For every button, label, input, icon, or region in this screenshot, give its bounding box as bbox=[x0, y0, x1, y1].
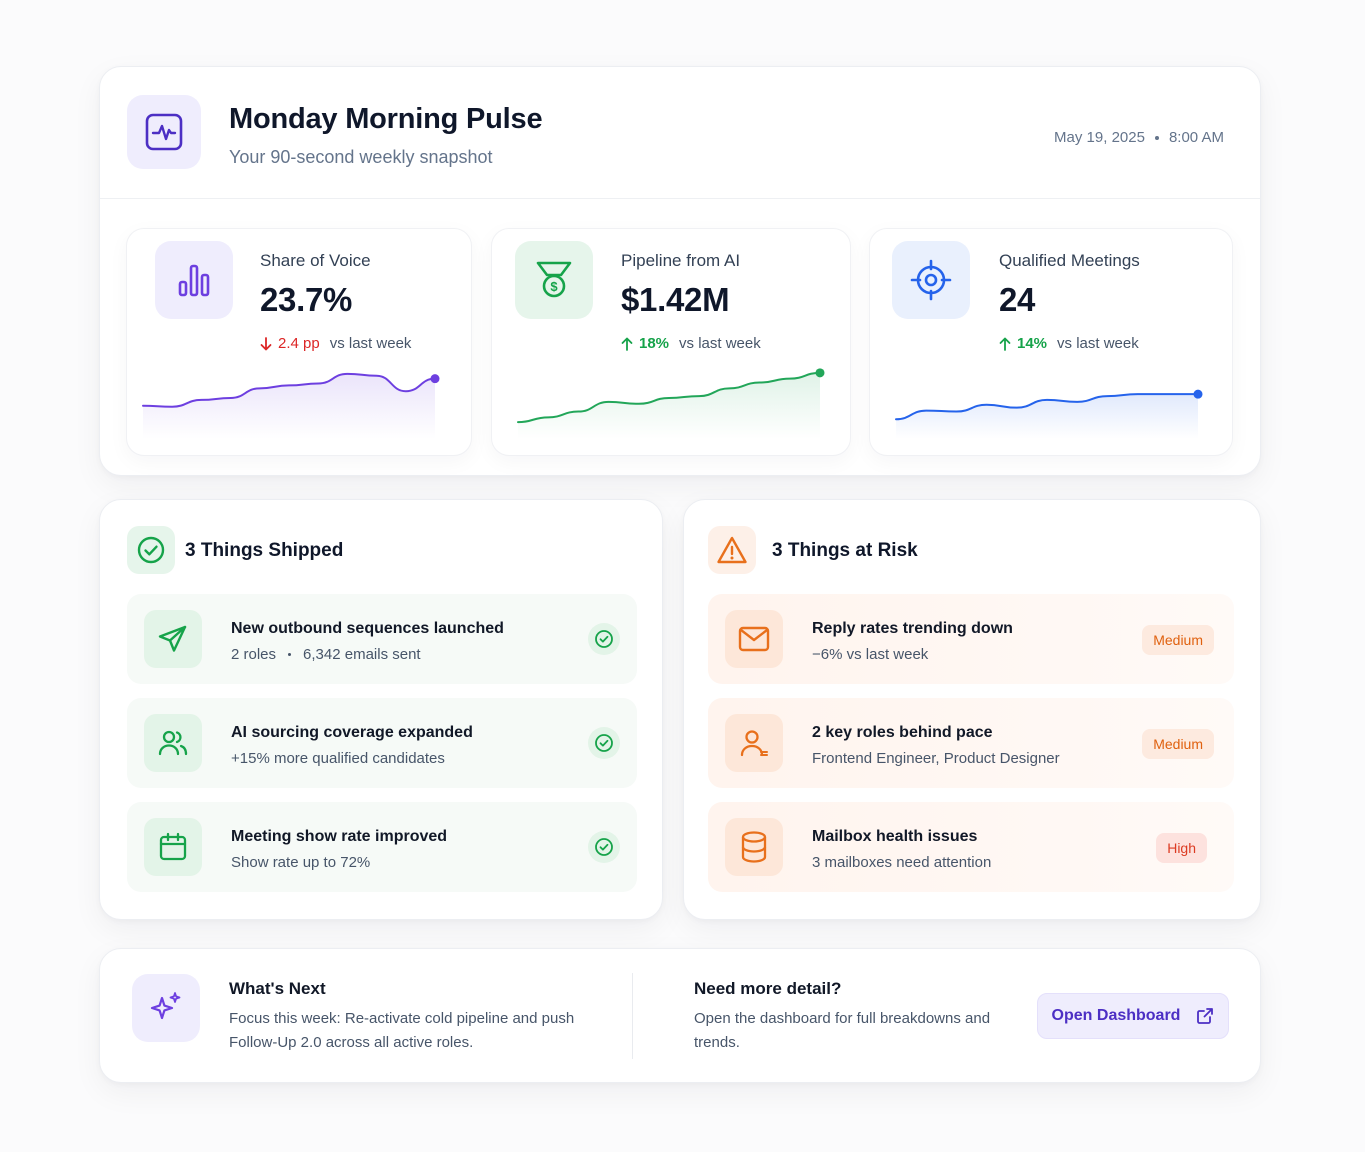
item-title: Mailbox health issues bbox=[812, 828, 978, 845]
sparkline-endpoint bbox=[815, 368, 825, 378]
item-title: 2 key roles behind pace bbox=[812, 724, 993, 741]
page-title: Monday Morning Pulse bbox=[229, 103, 543, 135]
metric-delta: 2.4 pp vs last week bbox=[260, 335, 411, 352]
check-icon bbox=[588, 831, 620, 863]
sparkline-qualified-meetings bbox=[895, 389, 1203, 439]
whats-next-title: What's Next bbox=[229, 979, 326, 998]
sparkline-endpoint bbox=[430, 374, 440, 384]
item-title: Meeting show rate improved bbox=[231, 828, 448, 845]
arrow-up-icon bbox=[999, 337, 1011, 351]
report-datetime: May 19, 2025 8:00 AM bbox=[1054, 129, 1224, 146]
risk-item[interactable]: 2 key roles behind pace Frontend Enginee… bbox=[708, 698, 1234, 788]
shipped-card: 3 Things Shipped New outbound sequences … bbox=[99, 499, 663, 920]
metric-value: $1.42M bbox=[621, 281, 730, 318]
warning-icon bbox=[708, 526, 756, 574]
bar-chart-icon bbox=[155, 241, 233, 319]
arrow-up-icon bbox=[621, 337, 633, 351]
metric-label: Qualified Meetings bbox=[999, 251, 1140, 270]
metric-label: Share of Voice bbox=[260, 251, 371, 270]
metric-value: 23.7% bbox=[260, 281, 353, 318]
metric-delta: 18% vs last week bbox=[621, 335, 761, 352]
metric-delta: 14% vs last week bbox=[999, 335, 1139, 352]
pulse-icon bbox=[127, 95, 201, 169]
item-subtitle-part: 6,342 emails sent bbox=[303, 646, 421, 663]
check-icon bbox=[588, 727, 620, 759]
whats-next-text: Focus this week: Re-activate cold pipeli… bbox=[229, 1010, 575, 1051]
user-icon bbox=[725, 714, 783, 772]
detail-text: Open the dashboard for full breakdowns a… bbox=[694, 1010, 991, 1051]
sparkline-area bbox=[518, 372, 820, 439]
metric-change: 14% bbox=[1017, 335, 1048, 352]
database-icon bbox=[725, 818, 783, 876]
report-time: 8:00 AM bbox=[1168, 129, 1224, 146]
item-subtitle: +15% more qualified candidates bbox=[231, 750, 445, 767]
risk-title: 3 Things at Risk bbox=[772, 540, 918, 561]
sparkline-share-of-voice bbox=[142, 372, 440, 439]
page-subtitle: Your 90-second weekly snapshot bbox=[229, 147, 493, 167]
severity-badge: Medium bbox=[1142, 729, 1214, 759]
item-title: New outbound sequences launched bbox=[231, 620, 504, 637]
metric-change: 2.4 pp bbox=[278, 335, 320, 352]
sparkline-endpoint bbox=[1193, 389, 1203, 399]
metric-comparison: vs last week bbox=[329, 335, 412, 352]
sparkles-icon bbox=[132, 974, 200, 1042]
risk-item[interactable]: Reply rates trending down −6% vs last we… bbox=[708, 594, 1234, 684]
header: Monday Morning Pulse Your 90-second week… bbox=[100, 67, 1260, 199]
open-dashboard-button[interactable]: Open Dashboard bbox=[1037, 993, 1229, 1039]
mail-icon bbox=[725, 610, 783, 668]
shipped-item[interactable]: New outbound sequences launched 2 roles … bbox=[127, 594, 637, 684]
medal-dollar-icon: $ bbox=[515, 241, 593, 319]
svg-text:$: $ bbox=[550, 279, 558, 294]
metric-card-qualified-meetings[interactable]: Qualified Meetings 24 14% vs last week bbox=[869, 228, 1233, 456]
item-title: Reply rates trending down bbox=[812, 620, 1013, 637]
sparkline-pipeline-from-ai bbox=[517, 368, 825, 439]
report-date: May 19, 2025 bbox=[1054, 129, 1145, 146]
shipped-item[interactable]: Meeting show rate improved Show rate up … bbox=[127, 802, 637, 892]
divider bbox=[632, 973, 633, 1059]
shipped-title: 3 Things Shipped bbox=[185, 540, 344, 561]
item-subtitle: 2 roles 6,342 emails sent bbox=[231, 646, 421, 663]
check-icon bbox=[588, 623, 620, 655]
risk-item[interactable]: Mailbox health issues 3 mailboxes need a… bbox=[708, 802, 1234, 892]
check-circle-icon bbox=[127, 526, 175, 574]
item-subtitle: −6% vs last week bbox=[812, 646, 929, 663]
arrow-down-icon bbox=[260, 336, 272, 350]
metric-value: 24 bbox=[999, 281, 1036, 318]
item-subtitle: Show rate up to 72% bbox=[231, 854, 371, 871]
metric-card-pipeline-from-ai[interactable]: $ Pipeline from AI $1.42M 18% vs last we… bbox=[491, 228, 851, 456]
whats-next-card: What's Next Focus this week: Re-activate… bbox=[99, 948, 1261, 1083]
metric-card-share-of-voice[interactable]: Share of Voice 23.7% 2.4 pp vs last week bbox=[126, 228, 472, 456]
send-icon bbox=[144, 610, 202, 668]
item-subtitle: 3 mailboxes need attention bbox=[812, 854, 992, 871]
target-icon bbox=[892, 241, 970, 319]
separator-dot bbox=[288, 653, 292, 656]
calendar-icon bbox=[144, 818, 202, 876]
metric-label: Pipeline from AI bbox=[621, 251, 741, 270]
item-subtitle: Frontend Engineer, Product Designer bbox=[812, 750, 1060, 767]
external-link-icon bbox=[1197, 1008, 1214, 1024]
users-icon bbox=[144, 714, 202, 772]
risk-card: 3 Things at Risk Reply rates trending do… bbox=[683, 499, 1261, 920]
item-title: AI sourcing coverage expanded bbox=[231, 724, 473, 741]
open-dashboard-label: Open Dashboard bbox=[1051, 1007, 1181, 1024]
metric-change: 18% bbox=[639, 335, 670, 352]
detail-title: Need more detail? bbox=[694, 979, 842, 998]
metric-comparison: vs last week bbox=[1057, 335, 1139, 352]
separator-dot bbox=[1154, 135, 1159, 140]
item-subtitle-part: 2 roles bbox=[231, 646, 277, 663]
shipped-item[interactable]: AI sourcing coverage expanded +15% more … bbox=[127, 698, 637, 788]
severity-badge: High bbox=[1156, 833, 1207, 863]
metric-comparison: vs last week bbox=[679, 335, 761, 352]
severity-badge: Medium bbox=[1142, 625, 1214, 655]
